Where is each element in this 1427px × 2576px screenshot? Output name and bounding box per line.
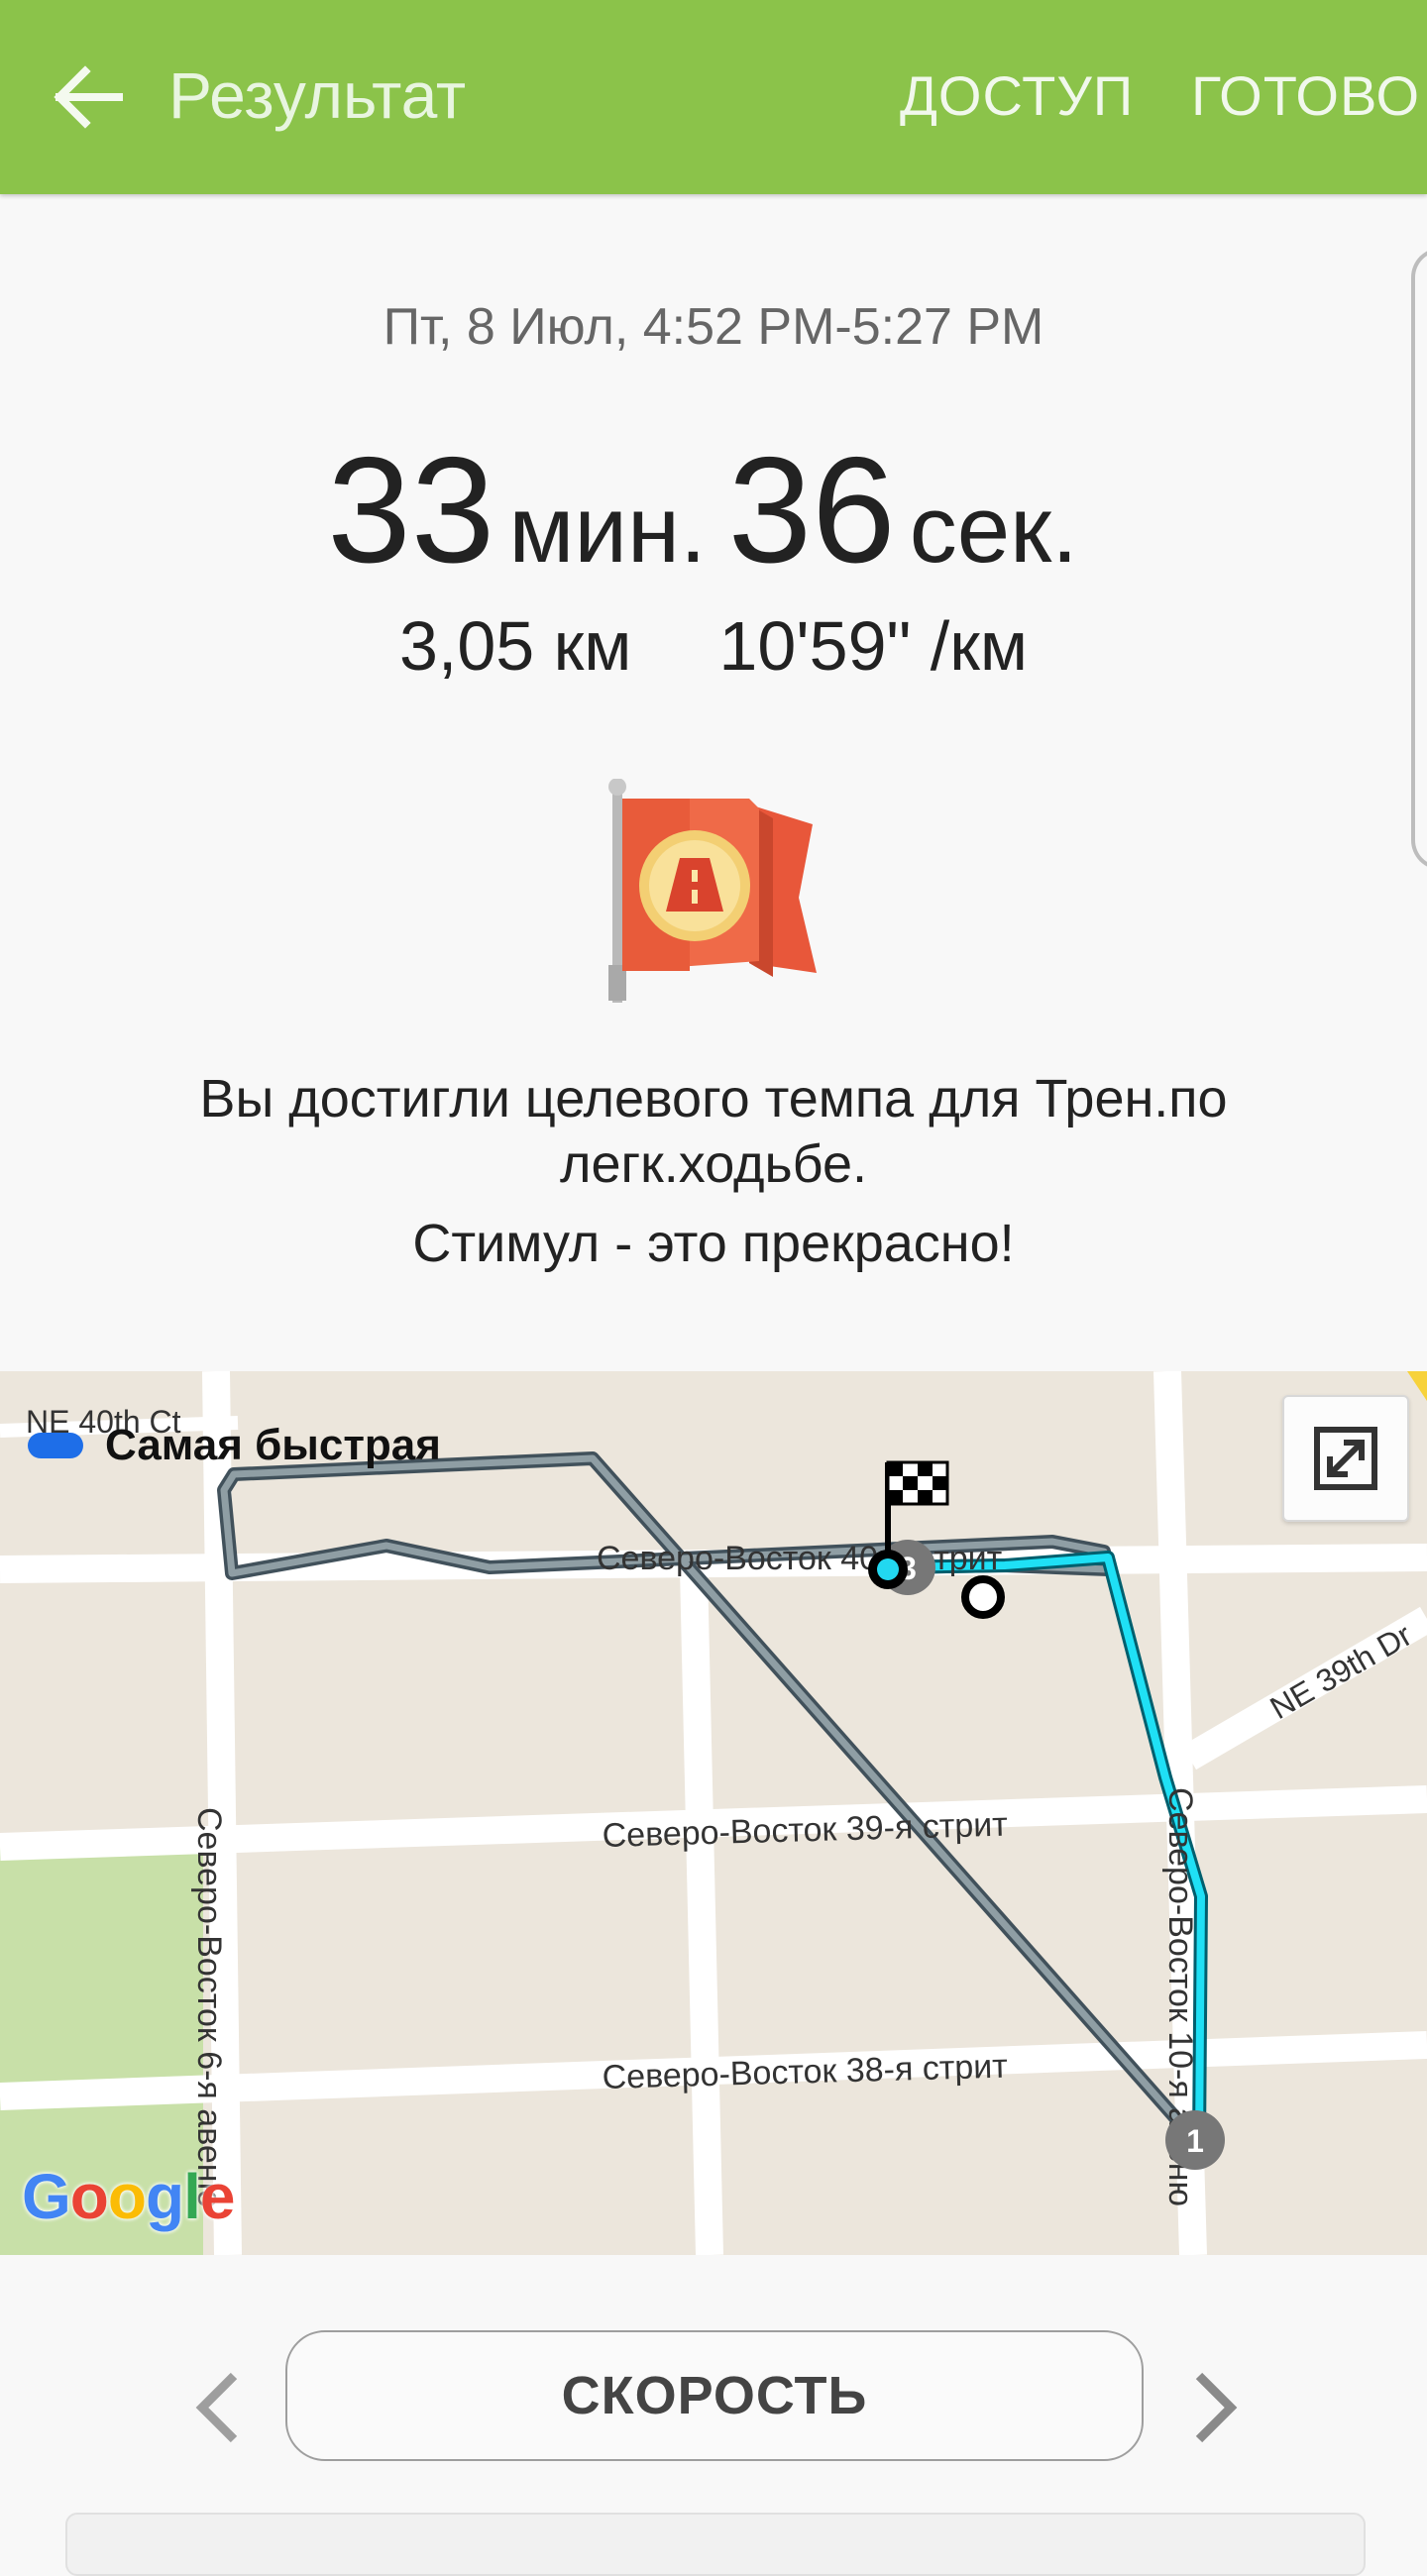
workout-duration: 33 мин. 36 сек.: [0, 424, 1427, 597]
street-label-sv6av: Северо-Восток 6-я авеню: [190, 1807, 228, 2207]
back-arrow-icon[interactable]: [40, 48, 139, 147]
expand-icon: [1314, 1427, 1377, 1490]
next-metric-chevron-icon[interactable]: [1179, 2358, 1249, 2457]
motivation-text: Стимул - это прекрасно!: [412, 1214, 1015, 1273]
workout-stats: 3,05 км 10'59" /км: [0, 606, 1427, 686]
metric-selector-button[interactable]: СКОРОСТЬ: [285, 2330, 1144, 2461]
seconds-unit: сек.: [909, 477, 1078, 583]
google-logo: Google: [22, 2161, 235, 2232]
street-label-sv40: Северо-Восток 40-я стрит: [597, 1540, 1002, 1577]
current-position-marker: [961, 1575, 1005, 1619]
route-map[interactable]: NE 40th Ct Северо-Восток 40-я стрит Севе…: [0, 1371, 1427, 2255]
pace-value: 10'59" /км: [718, 607, 1029, 685]
map-legend: Самая быстрая: [28, 1421, 441, 1470]
street-label-sv38: Северо-Восток 38-я стрит: [602, 2048, 1008, 2096]
duration-minutes: 33: [327, 426, 495, 594]
start-marker: 1: [1165, 2110, 1225, 2170]
done-button[interactable]: ГОТОВО: [1191, 63, 1420, 128]
bottom-card-edge: [65, 2513, 1366, 2576]
street-label-ne39thdr: NE 39th Dr: [1264, 1617, 1418, 1726]
minutes-unit: мин.: [508, 477, 707, 583]
map-corner-road: [1407, 1371, 1427, 1401]
distance-value: 3,05 км: [398, 607, 632, 685]
share-button[interactable]: ДОСТУП: [900, 63, 1134, 128]
legend-swatch: [28, 1433, 83, 1458]
start-marker-label: 1: [1186, 2123, 1204, 2159]
app-bar: Результат ДОСТУП ГОТОВО: [0, 0, 1427, 194]
achievement-message: Вы достигли целевого темпа для Трен.по л…: [119, 1066, 1308, 1276]
flag-badge-icon: [601, 778, 821, 1003]
achievement-text: Вы достигли целевого темпа для Трен.по л…: [199, 1069, 1228, 1194]
workout-datetime: Пт, 8 Июл, 4:52 PM-5:27 PM: [383, 298, 1044, 356]
legend-label: Самая быстрая: [105, 1421, 441, 1469]
expand-map-button[interactable]: [1282, 1395, 1409, 1522]
previous-metric-chevron-icon[interactable]: [184, 2358, 254, 2457]
page-title: Результат: [168, 58, 467, 132]
duration-seconds: 36: [727, 426, 896, 594]
